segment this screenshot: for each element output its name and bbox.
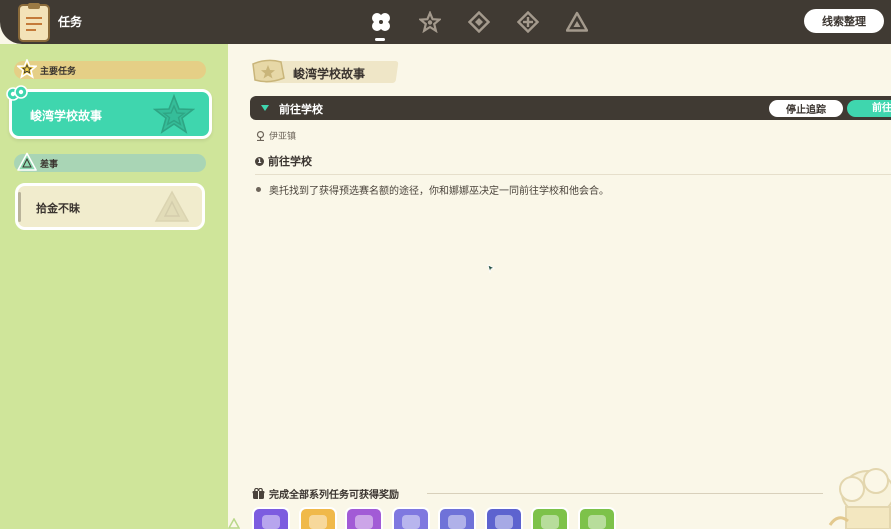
reward-item-icon [448, 515, 466, 529]
tracking-pin-icon [6, 85, 28, 101]
side-quest-label: 拾金不昧 [36, 202, 80, 215]
rewards-heading: 完成全部系列任务可获得奖励 [269, 490, 399, 501]
location-pin-icon [256, 130, 265, 141]
reward-item-icon [355, 515, 373, 529]
category-tabs [356, 0, 601, 44]
triangle-icon [565, 11, 588, 32]
left-arrow-icon[interactable] [228, 518, 240, 529]
reward-green-ticket[interactable] [391, 507, 430, 529]
star-watermark-icon [153, 94, 195, 134]
diamond-cross-icon [516, 11, 539, 33]
quest-title-header: 峻湾学校故事 [247, 56, 399, 86]
reward-rainbow-crystal[interactable] [298, 507, 337, 529]
rewards-divider [427, 493, 823, 494]
side-quest-indicator [18, 192, 21, 222]
main-quest-section-header: 主要任务 [14, 59, 206, 79]
quest-clipboard-icon [18, 3, 50, 42]
side-quest-section-header: 差事 [14, 152, 206, 172]
chef-hat-decoration-icon [828, 468, 891, 529]
reward-green-sparkle[interactable] [577, 507, 616, 529]
main-quest-item[interactable]: 峻湾学校故事 [6, 85, 212, 139]
current-goal-label: 前往学校 [279, 103, 323, 116]
tab-commission[interactable] [503, 0, 552, 44]
reward-purple-gem[interactable] [252, 507, 290, 529]
tab-all[interactable] [356, 0, 405, 44]
top-bar: 任务 线索整理 [0, 0, 891, 44]
reward-item-icon [494, 515, 513, 529]
quest-sidebar: 主要任务 峻湾学校故事 差事 拾金不昧 [0, 44, 228, 529]
reward-purple-orb[interactable] [345, 507, 383, 529]
tab-main[interactable] [405, 0, 454, 44]
clover-icon [371, 13, 390, 31]
reward-item-icon [262, 515, 280, 529]
quest-location: 伊亚镇 [256, 129, 296, 142]
step-title-label: 前往学校 [268, 155, 312, 168]
triangle-badge-icon [17, 152, 37, 171]
quest-step-title: 1 前往学校 [255, 153, 312, 169]
mouse-cursor-icon [487, 264, 495, 273]
step-number-badge: 1 [255, 156, 264, 166]
rewards-header: 完成全部系列任务可获得奖励 [252, 486, 399, 501]
stop-tracking-button[interactable]: 停止追踪 [769, 100, 843, 117]
side-quest-item[interactable]: 拾金不昧 [15, 183, 205, 230]
quest-description: 奥托找到了获得预选赛名额的途径，你和娜娜巫决定一同前往学校和他会合。 [256, 182, 609, 197]
reward-item-icon [587, 515, 606, 529]
triangle-watermark-icon [154, 190, 190, 222]
star-icon [418, 11, 441, 33]
tab-side[interactable] [552, 0, 601, 44]
reward-list [252, 507, 624, 529]
page-title: 任务 [58, 15, 83, 29]
gift-icon [252, 487, 265, 499]
reward-item-icon [308, 515, 327, 529]
quest-title: 峻湾学校故事 [293, 67, 366, 81]
main-quest-section-label: 主要任务 [40, 66, 77, 77]
tab-event[interactable] [454, 0, 503, 44]
divider [255, 174, 891, 175]
go-to-button[interactable]: 前往 [847, 100, 891, 117]
diamond-icon [467, 11, 490, 33]
location-label: 伊亚镇 [269, 132, 297, 142]
reward-gold-bar[interactable] [484, 507, 523, 529]
reward-green-badge[interactable] [438, 507, 476, 529]
chevron-down-icon [261, 105, 269, 111]
side-quest-section-label: 差事 [40, 159, 59, 170]
reward-pink-stick[interactable] [531, 507, 569, 529]
reward-item-icon [401, 515, 420, 529]
star-badge-icon [17, 59, 37, 79]
main-quest-label: 峻湾学校故事 [30, 109, 103, 123]
quest-scroll-icon [252, 59, 285, 83]
reward-item-icon [541, 515, 559, 529]
clue-organize-button[interactable]: 线索整理 [804, 9, 884, 33]
